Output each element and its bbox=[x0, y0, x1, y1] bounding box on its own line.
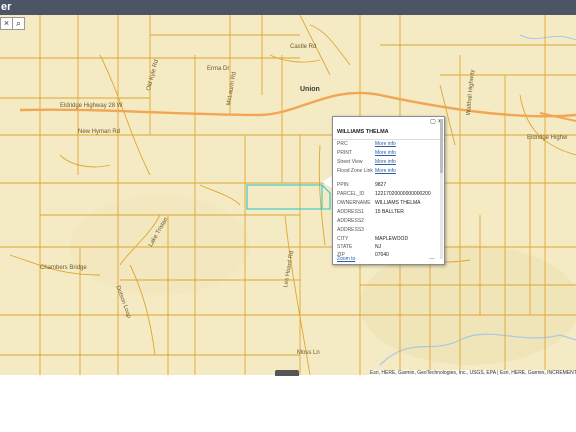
field-value: 9827 bbox=[375, 182, 387, 188]
flood-zone-more-info-link[interactable]: More info bbox=[375, 168, 396, 174]
print-more-info-link[interactable]: More info bbox=[375, 150, 396, 156]
road-label-new-hyman: New Hyman Rd bbox=[78, 129, 121, 135]
street-view-more-info-link[interactable]: More info bbox=[375, 159, 396, 165]
field-label: STATE bbox=[337, 244, 353, 250]
zoom-to-link[interactable]: Zoom to bbox=[337, 256, 355, 262]
field-value: 12217020000000000200 bbox=[375, 191, 431, 197]
popup-pointer bbox=[322, 176, 332, 188]
field-value: 07040 bbox=[375, 252, 389, 258]
field-label: ADDRESS1 bbox=[337, 209, 364, 215]
parcel-popup: ▢ ✕ WILLIAMS THELMA PRC More info PRINT … bbox=[332, 116, 445, 265]
popup-title: WILLIAMS THELMA bbox=[337, 129, 389, 135]
road-label-east-highway: Eldridge Highw bbox=[527, 135, 568, 141]
map-attribution: Esri, HERE, Garmin, GeoTechnologies, Inc… bbox=[370, 370, 576, 376]
field-value: NJ bbox=[375, 244, 382, 250]
map-view[interactable]: Erma Dr Union Eldridge Highway 28 W New … bbox=[0, 15, 576, 375]
popup-scrollbar[interactable] bbox=[440, 119, 443, 259]
scrollbar-thumb[interactable] bbox=[440, 119, 443, 173]
field-label: PRC bbox=[337, 141, 348, 147]
town-label-union: Union bbox=[300, 86, 320, 93]
road-label-chambers-bridge: Chambers Bridge bbox=[40, 265, 87, 271]
app-header: er bbox=[0, 0, 576, 15]
road-label-highway-28: Eldridge Highway 28 W bbox=[60, 103, 123, 109]
field-label: Street View bbox=[337, 159, 363, 165]
field-value: WILLIAMS THELMA bbox=[375, 200, 421, 206]
road-label-castle-rd: Castle Rd bbox=[290, 44, 317, 50]
field-label: PRINT bbox=[337, 150, 352, 156]
road-label-erma-dr: Erma Dr bbox=[207, 66, 230, 72]
field-label: CITY bbox=[337, 236, 349, 242]
more-actions-icon[interactable]: ... bbox=[429, 254, 435, 261]
field-label: PPIN bbox=[337, 182, 349, 188]
field-label: Flood Zone Link bbox=[337, 168, 373, 174]
app-title: er bbox=[1, 1, 12, 13]
maximize-icon[interactable]: ▢ bbox=[430, 119, 436, 125]
popup-header: ▢ ✕ WILLIAMS THELMA bbox=[333, 117, 444, 140]
field-label: OWNERNAME bbox=[337, 200, 371, 206]
esri-logo bbox=[275, 370, 299, 376]
field-label: ADDRESS2 bbox=[337, 218, 364, 224]
field-value: 15 BALLTER bbox=[375, 209, 404, 215]
field-label: ADDRESS3 bbox=[337, 227, 364, 233]
field-label: PARCEL_ID bbox=[337, 191, 365, 197]
road-label-moss-ln: Moss Ln bbox=[297, 350, 320, 356]
field-value: MAPLEWOOD bbox=[375, 236, 409, 242]
prc-more-info-link[interactable]: More info bbox=[375, 141, 396, 147]
search-icon[interactable]: ⌕ bbox=[12, 17, 25, 30]
parcel-map[interactable] bbox=[0, 15, 576, 375]
